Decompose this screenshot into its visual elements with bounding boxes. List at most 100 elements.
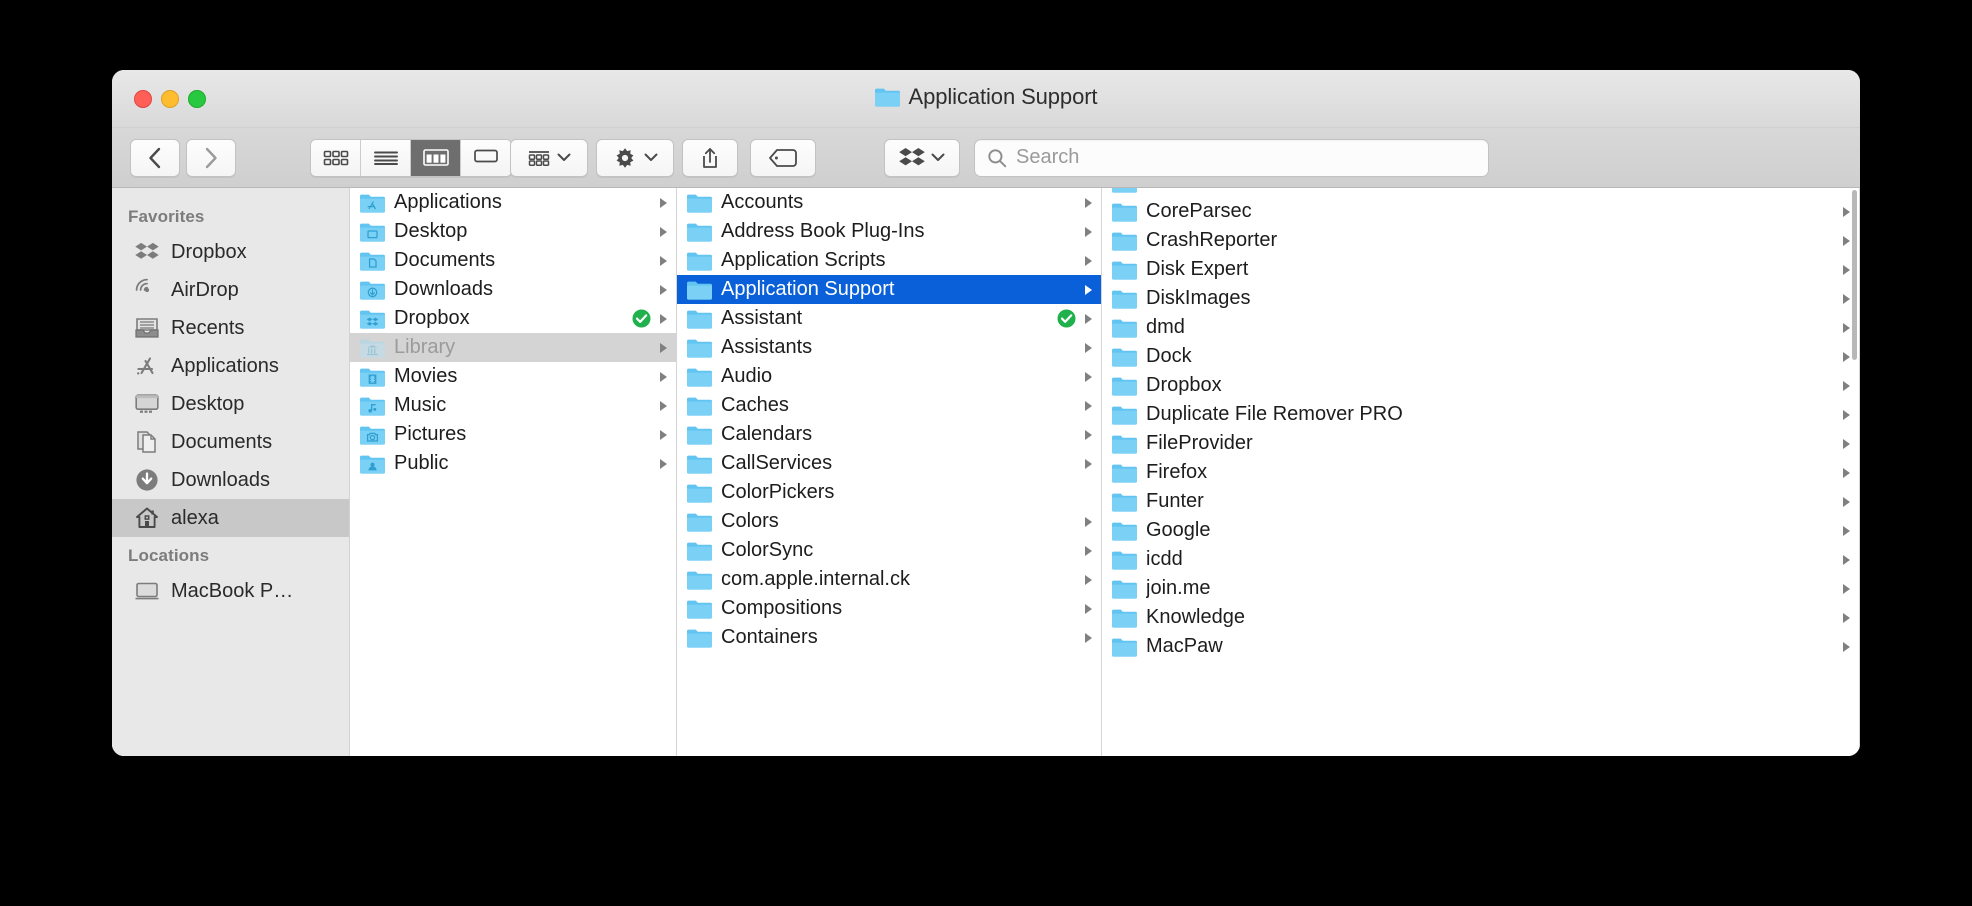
table-row[interactable]: Dock [1102, 342, 1859, 371]
sidebar-item-desktop[interactable]: Desktop [112, 385, 349, 423]
forward-button[interactable] [186, 138, 236, 177]
sidebar-item-recents[interactable]: Recents [112, 309, 349, 347]
folder-icon [687, 599, 712, 619]
table-row[interactable]: Firefox [1102, 458, 1859, 487]
table-row[interactable]: Funter [1102, 487, 1859, 516]
table-row[interactable]: Library [350, 333, 676, 362]
scrollbar-thumb[interactable] [1852, 190, 1857, 360]
sidebar-item-alexa[interactable]: alexa [112, 499, 349, 537]
table-row[interactable]: CoreParsec [1102, 197, 1859, 226]
disclosure-arrow-icon[interactable] [657, 284, 670, 296]
table-row[interactable]: CallServices [677, 449, 1101, 478]
disclosure-arrow-icon[interactable] [657, 458, 670, 470]
disclosure-arrow-icon[interactable] [1082, 400, 1095, 412]
table-row[interactable]: MacPaw [1102, 632, 1859, 661]
folder-icon [687, 338, 712, 358]
sidebar-item-dropbox[interactable]: Dropbox [112, 233, 349, 271]
table-row[interactable]: Documents [350, 246, 676, 275]
table-row[interactable]: ColorPickers [677, 478, 1101, 507]
view-mode-segmented-control [310, 138, 512, 177]
table-row[interactable]: Disk Expert [1102, 255, 1859, 284]
disclosure-arrow-icon[interactable] [1082, 458, 1095, 470]
table-row[interactable]: Colors [677, 507, 1101, 536]
disclosure-arrow-icon[interactable] [1082, 603, 1095, 615]
table-row[interactable]: icdd [1102, 545, 1859, 574]
table-row[interactable]: Calendars [677, 420, 1101, 449]
table-row[interactable]: ColorSync [677, 536, 1101, 565]
table-row[interactable]: Knowledge [1102, 603, 1859, 632]
row-label: Dropbox [1146, 374, 1222, 396]
dropbox-menu-button[interactable] [884, 138, 960, 177]
table-row[interactable]: Assistants [677, 333, 1101, 362]
disclosure-arrow-icon[interactable] [1082, 342, 1095, 354]
gallery-view-button[interactable] [461, 139, 511, 176]
disclosure-arrow-icon[interactable] [657, 400, 670, 412]
disclosure-arrow-icon[interactable] [1082, 574, 1095, 586]
disclosure-arrow-icon[interactable] [657, 371, 670, 383]
disclosure-arrow-icon[interactable] [657, 342, 670, 354]
table-row[interactable]: Containers [677, 623, 1101, 652]
table-row[interactable]: Applications [350, 188, 676, 217]
table-row[interactable]: DiskImages [1102, 284, 1859, 313]
disclosure-arrow-icon[interactable] [1082, 371, 1095, 383]
disclosure-arrow-icon[interactable] [1082, 284, 1095, 296]
table-row[interactable]: Compositions [677, 594, 1101, 623]
table-row[interactable]: FileProvider [1102, 429, 1859, 458]
table-row[interactable]: com.viber.osx [1102, 188, 1859, 197]
disclosure-arrow-icon[interactable] [1082, 632, 1095, 644]
column-view-button[interactable] [411, 139, 461, 176]
table-row[interactable]: com.apple.internal.ck [677, 565, 1101, 594]
table-row[interactable]: Application Scripts [677, 246, 1101, 275]
table-row[interactable]: Assistant [677, 304, 1101, 333]
arrange-button[interactable] [510, 138, 588, 177]
table-row[interactable]: CrashReporter [1102, 226, 1859, 255]
list-view-icon [373, 151, 398, 165]
disclosure-arrow-icon[interactable] [1082, 255, 1095, 267]
sidebar-item-macbook-pro[interactable]: MacBook P… [112, 572, 349, 610]
tags-button[interactable] [750, 138, 816, 177]
search-input[interactable]: Search [974, 138, 1489, 177]
table-row[interactable]: Accounts [677, 188, 1101, 217]
disclosure-arrow-icon[interactable] [1082, 226, 1095, 238]
disclosure-arrow-icon[interactable] [657, 226, 670, 238]
finder-window: Application Support Search Favorites Dro… [112, 70, 1860, 756]
icon-view-button[interactable] [311, 139, 361, 176]
gear-icon [616, 147, 634, 168]
table-row[interactable]: Music [350, 391, 676, 420]
disclosure-arrow-icon[interactable] [1082, 313, 1095, 325]
table-row[interactable]: Desktop [350, 217, 676, 246]
table-row[interactable]: Google [1102, 516, 1859, 545]
table-row[interactable]: Audio [677, 362, 1101, 391]
table-row[interactable]: join.me [1102, 574, 1859, 603]
disclosure-arrow-icon[interactable] [657, 429, 670, 441]
back-button[interactable] [130, 138, 180, 177]
share-button[interactable] [682, 138, 738, 177]
list-view-button[interactable] [361, 139, 411, 176]
sidebar-item-documents[interactable]: Documents [112, 423, 349, 461]
table-row[interactable]: Downloads [350, 275, 676, 304]
disclosure-arrow-icon[interactable] [657, 255, 670, 267]
window-titlebar[interactable]: Application Support [112, 70, 1860, 128]
table-row[interactable]: Address Book Plug-Ins [677, 217, 1101, 246]
table-row[interactable]: Dropbox [350, 304, 676, 333]
disclosure-arrow-icon[interactable] [657, 197, 670, 209]
action-menu-button[interactable] [596, 138, 674, 177]
sidebar-item-downloads[interactable]: Downloads [112, 461, 349, 499]
sidebar-item-applications[interactable]: Applications [112, 347, 349, 385]
disclosure-arrow-icon[interactable] [657, 313, 670, 325]
vertical-scrollbar[interactable] [1851, 188, 1859, 756]
table-row[interactable]: Duplicate File Remover PRO [1102, 400, 1859, 429]
table-row[interactable]: Application Support [677, 275, 1101, 304]
disclosure-arrow-icon[interactable] [1082, 516, 1095, 528]
table-row[interactable]: Pictures [350, 420, 676, 449]
table-row[interactable]: dmd [1102, 313, 1859, 342]
disclosure-arrow-icon[interactable] [1082, 429, 1095, 441]
table-row[interactable]: Dropbox [1102, 371, 1859, 400]
row-label: Calendars [721, 423, 813, 445]
table-row[interactable]: Caches [677, 391, 1101, 420]
table-row[interactable]: Movies [350, 362, 676, 391]
table-row[interactable]: Public [350, 449, 676, 478]
sidebar-item-airdrop[interactable]: AirDrop [112, 271, 349, 309]
disclosure-arrow-icon[interactable] [1082, 197, 1095, 209]
disclosure-arrow-icon[interactable] [1082, 545, 1095, 557]
